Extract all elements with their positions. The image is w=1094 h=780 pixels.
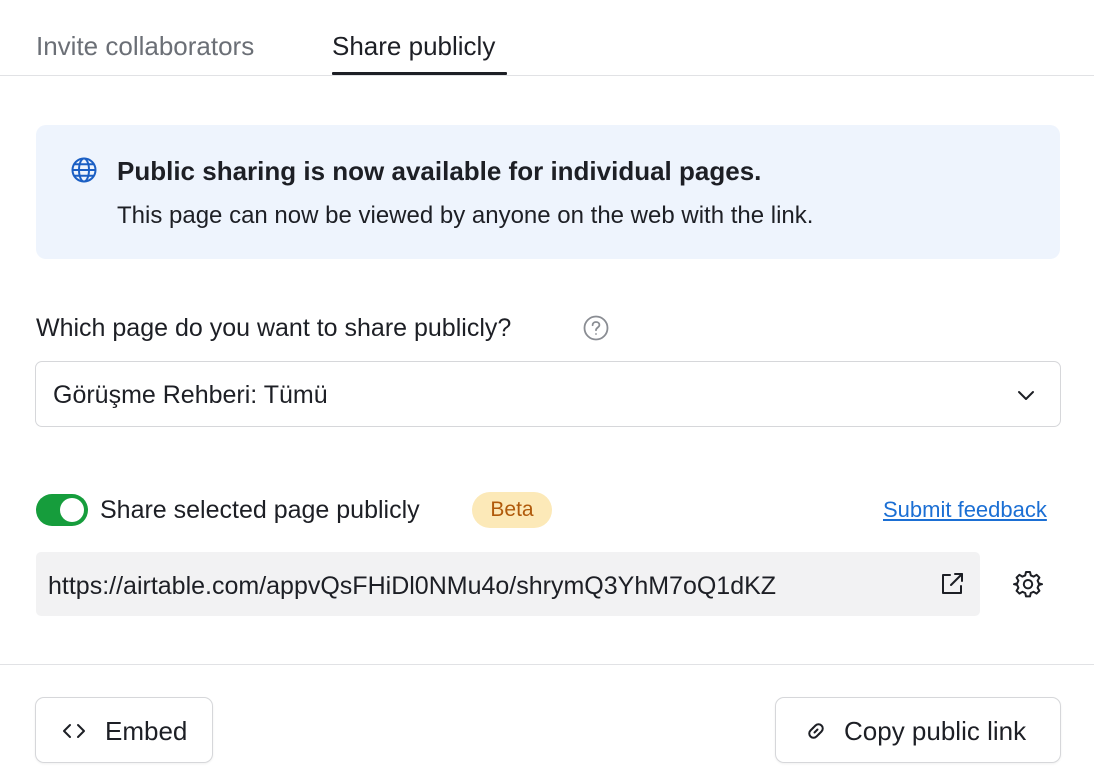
tab-bar: Invite collaborators Share publicly [0, 0, 1094, 76]
banner-body: This page can now be viewed by anyone on… [117, 202, 814, 229]
chevron-down-icon [1018, 391, 1034, 400]
page-select-value: Görüşme Rehberi: Tümü [53, 381, 328, 409]
page-select-question: Which page do you want to share publicly… [36, 314, 512, 342]
tab-invite-collaborators[interactable]: Invite collaborators [36, 30, 254, 62]
public-url-field[interactable]: https://airtable.com/appvQsFHiDl0NMu4o/s… [36, 552, 980, 616]
banner-title: Public sharing is now available for indi… [117, 156, 762, 186]
active-tab-indicator [332, 72, 507, 75]
globe-icon [71, 157, 97, 183]
page-select-dropdown[interactable]: Görüşme Rehberi: Tümü [35, 361, 1061, 427]
beta-badge: Beta [472, 492, 552, 528]
external-link-icon[interactable] [938, 570, 966, 598]
info-banner: Public sharing is now available for indi… [36, 125, 1060, 259]
copy-public-link-button[interactable]: Copy public link [775, 697, 1061, 763]
public-url-text: https://airtable.com/appvQsFHiDl0NMu4o/s… [48, 572, 777, 600]
help-circle-icon[interactable] [582, 314, 610, 342]
submit-feedback-link[interactable]: Submit feedback [883, 496, 1047, 524]
embed-button-label: Embed [105, 716, 188, 746]
copy-link-button-label: Copy public link [844, 716, 1027, 746]
share-toggle-label: Share selected page publicly [100, 496, 420, 524]
toggle-knob [60, 498, 84, 522]
link-icon [808, 723, 824, 739]
gear-icon[interactable] [1013, 569, 1043, 599]
share-publicly-toggle[interactable] [36, 494, 88, 526]
code-icon [63, 724, 85, 738]
footer-divider [0, 664, 1094, 665]
share-dialog: Invite collaborators Share publicly Publ… [0, 0, 1094, 780]
embed-button[interactable]: Embed [35, 697, 213, 763]
tab-share-publicly[interactable]: Share publicly [332, 30, 495, 62]
